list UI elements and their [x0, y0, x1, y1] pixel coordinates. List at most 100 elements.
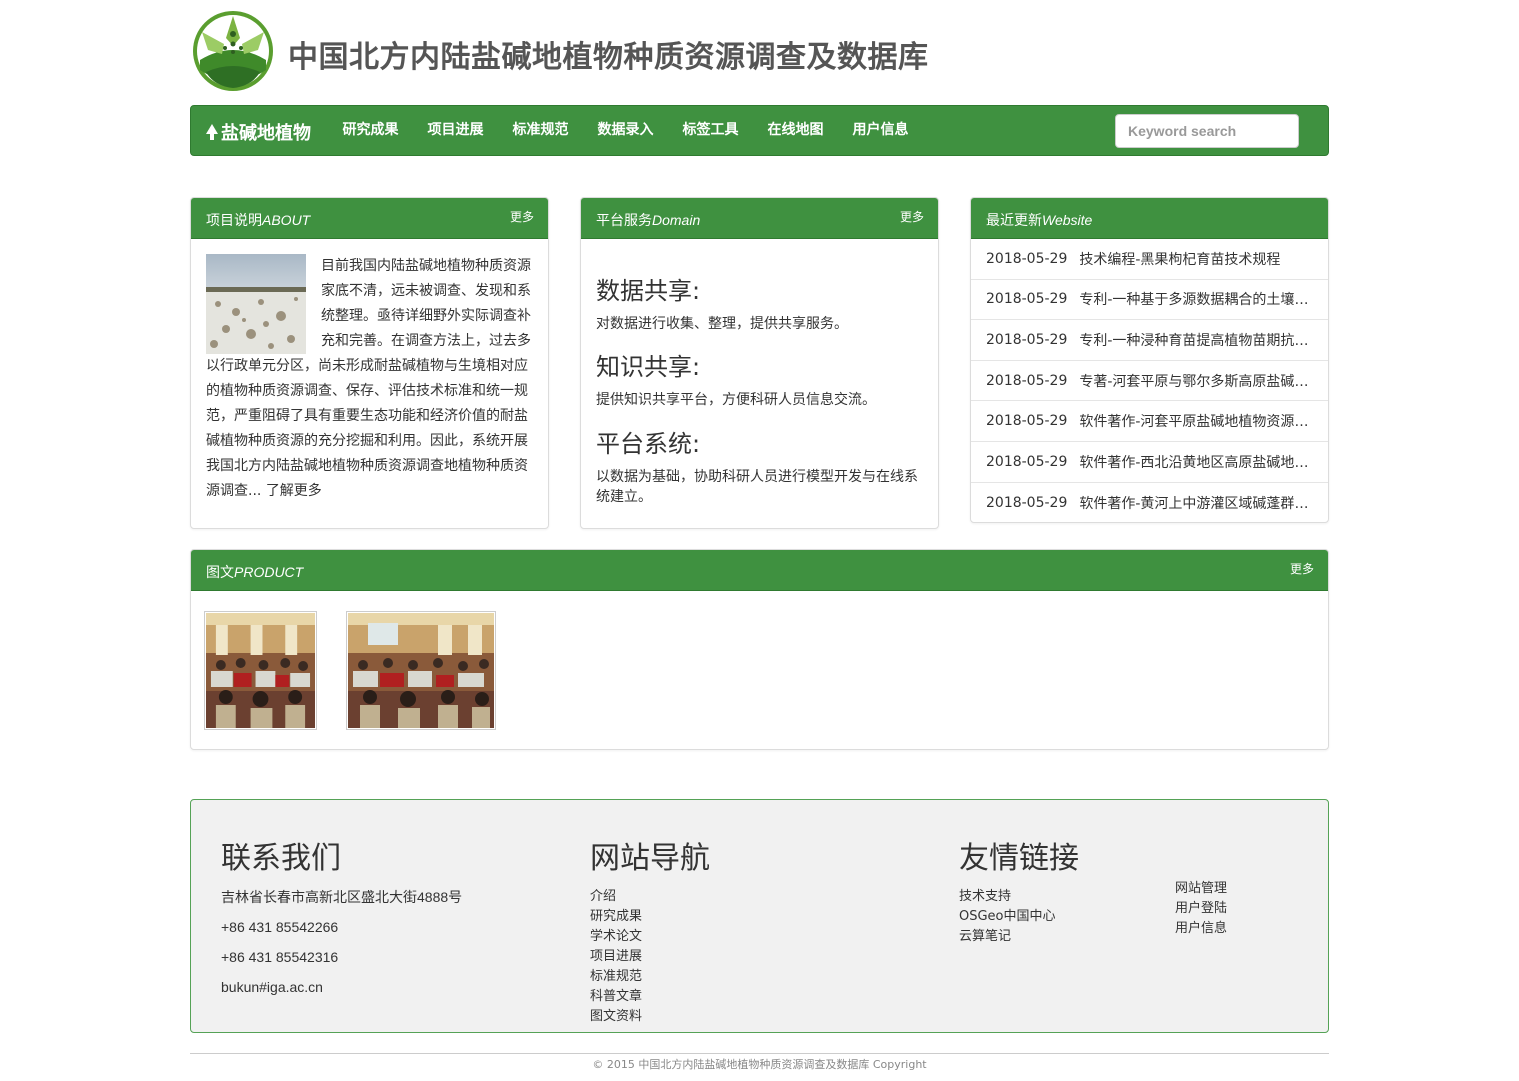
footer-contact-heading: 联系我们: [221, 841, 341, 876]
footer-link-papers[interactable]: 学术论文: [590, 927, 710, 947]
product-title-en: PRODUCT: [234, 564, 304, 580]
services-panel-header: 平台服务Domain 更多: [581, 198, 938, 239]
footer-link-standards[interactable]: 标准规范: [590, 967, 710, 987]
service-text: 对数据进行收集、整理，提供共享服务。: [596, 316, 848, 332]
nav-item-progress[interactable]: 项目进展: [413, 106, 498, 155]
services-title-en: Domain: [652, 212, 701, 228]
product-photo-2[interactable]: [346, 611, 496, 730]
product-panel-header: 图文PRODUCT 更多: [191, 550, 1328, 591]
recent-title-en: Website: [1042, 212, 1093, 228]
service-heading: 数据共享:: [596, 277, 701, 305]
nav-item-label-tools[interactable]: 标签工具: [668, 106, 753, 155]
footer-admin-links: 网站管理 用户登陆 用户信息: [1175, 879, 1227, 939]
footer-link-progress[interactable]: 项目进展: [590, 947, 710, 967]
list-item[interactable]: 2018-05-29 专著-河套平原与鄂尔多斯高原盐碱地植物图谱: [971, 361, 1328, 402]
about-content: 目前我国内陆盐碱地植物种质资源家底不清，远未被调查、发现和系统整理。亟待详细野外…: [206, 254, 534, 504]
list-item[interactable]: 2018-05-29 软件著作-黄河上中游灌区域碱蓬群落分布系统: [971, 483, 1328, 522]
about-panel: 项目说明ABOUT 更多 目前我国内陆盐碱地植物种质资源家底不清，远未被调查、发…: [190, 197, 549, 529]
service-data-sharing: 数据共享: 对数据进行收集、整理，提供共享服务。: [596, 271, 926, 334]
product-panel-title: 图文PRODUCT: [206, 562, 303, 582]
news-title[interactable]: 技术编程-黑果枸杞育苗技术规程: [1079, 249, 1280, 269]
about-panel-header: 项目说明ABOUT 更多: [191, 198, 548, 239]
about-read-more-link[interactable]: 了解更多: [266, 483, 322, 499]
news-title[interactable]: 专著-河套平原与鄂尔多斯高原盐碱地植物图谱: [1079, 371, 1313, 391]
footer-link-login[interactable]: 用户登陆: [1175, 899, 1227, 919]
recent-updates-panel: 最近更新Website 2018-05-29 技术编程-黑果枸杞育苗技术规程 20…: [970, 197, 1329, 523]
list-item[interactable]: 2018-05-29 专利-一种基于多源数据耦合的土壤盐渍化信息提取方法: [971, 280, 1328, 321]
footer-link-osgeo[interactable]: OSGeo中国中心: [959, 907, 1079, 927]
list-item[interactable]: 2018-05-29 软件著作-河套平原盐碱地植物资源识别系统: [971, 401, 1328, 442]
news-title[interactable]: 软件著作-西北沿黄地区高原盐碱地植物数据库系统: [1079, 452, 1313, 472]
footer-nav-heading: 网站导航: [590, 841, 710, 876]
site-title: 中国北方内陆盐碱地植物种质资源调查及数据库: [288, 40, 929, 75]
recent-title-cn: 最近更新: [986, 213, 1042, 229]
about-title-en: ABOUT: [262, 212, 311, 228]
services-more-link[interactable]: 更多: [900, 208, 924, 225]
list-item[interactable]: 2018-05-29 技术编程-黑果枸杞育苗技术规程: [971, 239, 1328, 280]
site-header: 中国北方内陆盐碱地植物种质资源调查及数据库: [190, 10, 1329, 94]
meeting-photo: [348, 613, 494, 728]
footer-friends-heading: 友情链接: [959, 841, 1079, 876]
site-footer: 联系我们 吉林省长春市高新北区盛北大街4888号 +86 431 8554226…: [190, 799, 1329, 1033]
news-date: 2018-05-29: [986, 331, 1068, 348]
news-date: 2018-05-29: [986, 494, 1068, 511]
nav-menu: 研究成果 项目进展 标准规范 数据录入 标签工具 在线地图 用户信息: [328, 106, 923, 155]
footer-friend-links: 友情链接 技术支持 OSGeo中国中心 云算笔记: [959, 833, 1079, 947]
navbar-brand-label: 盐碱地植物: [221, 123, 311, 144]
footer-link-user-info[interactable]: 用户信息: [1175, 919, 1227, 939]
news-date: 2018-05-29: [986, 453, 1068, 470]
footer-link-research[interactable]: 研究成果: [590, 907, 710, 927]
recent-panel-header: 最近更新Website: [971, 198, 1328, 239]
nav-item-research[interactable]: 研究成果: [328, 106, 413, 155]
services-title-cn: 平台服务: [596, 213, 652, 229]
footer-link-site-admin[interactable]: 网站管理: [1175, 879, 1227, 899]
footer-site-nav: 网站导航 介绍 研究成果 学术论文 项目进展 标准规范 科普文章 图文资料: [590, 833, 710, 1027]
services-panel: 平台服务Domain 更多 数据共享: 对数据进行收集、整理，提供共享服务。 知…: [580, 197, 939, 529]
contact-phone-1: +86 431 85542266: [221, 919, 339, 935]
copyright-text: © 2015 中国北方内陆盐碱地植物种质资源调查及数据库 Copyright: [592, 1058, 927, 1071]
service-heading: 平台系统:: [596, 430, 701, 458]
product-panel: 图文PRODUCT 更多: [190, 549, 1329, 750]
about-panel-title: 项目说明ABOUT: [206, 210, 310, 230]
news-title[interactable]: 软件著作-黄河上中游灌区域碱蓬群落分布系统: [1079, 493, 1313, 513]
nav-item-online-map[interactable]: 在线地图: [753, 106, 838, 155]
services-panel-title: 平台服务Domain: [596, 210, 700, 230]
news-date: 2018-05-29: [986, 413, 1068, 430]
news-title[interactable]: 软件著作-河套平原盐碱地植物资源识别系统: [1079, 411, 1313, 431]
news-title[interactable]: 专利-一种浸种育苗提高植物苗期抗盐性的方法: [1079, 330, 1313, 350]
news-date: 2018-05-29: [986, 372, 1068, 389]
product-more-link[interactable]: 更多: [1290, 560, 1314, 577]
meeting-photo: [206, 613, 315, 728]
contact-email: bukun#iga.ac.cn: [221, 979, 323, 995]
about-more-link[interactable]: 更多: [510, 208, 534, 225]
about-title-cn: 项目说明: [206, 213, 262, 229]
footer-link-intro[interactable]: 介绍: [590, 887, 710, 907]
list-item[interactable]: 2018-05-29 专利-一种浸种育苗提高植物苗期抗盐性的方法: [971, 320, 1328, 361]
news-title[interactable]: 专利-一种基于多源数据耦合的土壤盐渍化信息提取方法: [1079, 289, 1313, 309]
contact-address: 吉林省长春市高新北区盛北大街4888号: [221, 889, 463, 905]
list-item[interactable]: 2018-05-29 软件著作-西北沿黄地区高原盐碱地植物数据库系统: [971, 442, 1328, 483]
news-date: 2018-05-29: [986, 250, 1068, 267]
footer-link-gallery[interactable]: 图文资料: [590, 1007, 710, 1027]
nav-item-user-info[interactable]: 用户信息: [838, 106, 923, 155]
news-date: 2018-05-29: [986, 291, 1068, 308]
navbar-brand[interactable]: 盐碱地植物: [205, 119, 311, 145]
main-navbar: 盐碱地植物 研究成果 项目进展 标准规范 数据录入 标签工具 在线地图 用户信息: [190, 105, 1329, 156]
site-logo-icon[interactable]: [192, 10, 274, 92]
service-knowledge-sharing: 知识共享: 提供知识共享平台，方便科研人员信息交流。: [596, 347, 926, 410]
service-platform-system: 平台系统: 以数据为基础，协助科研人员进行模型开发与在线系统建立。: [596, 424, 926, 507]
service-text: 提供知识共享平台，方便科研人员信息交流。: [596, 392, 876, 408]
footer-divider: [190, 1053, 1329, 1054]
service-text: 以数据为基础，协助科研人员进行模型开发与在线系统建立。: [596, 469, 918, 505]
product-photo-1[interactable]: [204, 611, 317, 730]
nav-item-data-entry[interactable]: 数据录入: [583, 106, 668, 155]
service-heading: 知识共享:: [596, 353, 701, 381]
search-input[interactable]: [1115, 114, 1299, 148]
footer-link-cloud-notes[interactable]: 云算笔记: [959, 927, 1079, 947]
footer-link-articles[interactable]: 科普文章: [590, 987, 710, 1007]
tree-icon: [206, 124, 218, 140]
footer-link-tech-support[interactable]: 技术支持: [959, 887, 1079, 907]
nav-item-standards[interactable]: 标准规范: [498, 106, 583, 155]
footer-contact: 联系我们 吉林省长春市高新北区盛北大街4888号 +86 431 8554226…: [221, 833, 462, 1007]
contact-phone-2: +86 431 85542316: [221, 949, 339, 965]
